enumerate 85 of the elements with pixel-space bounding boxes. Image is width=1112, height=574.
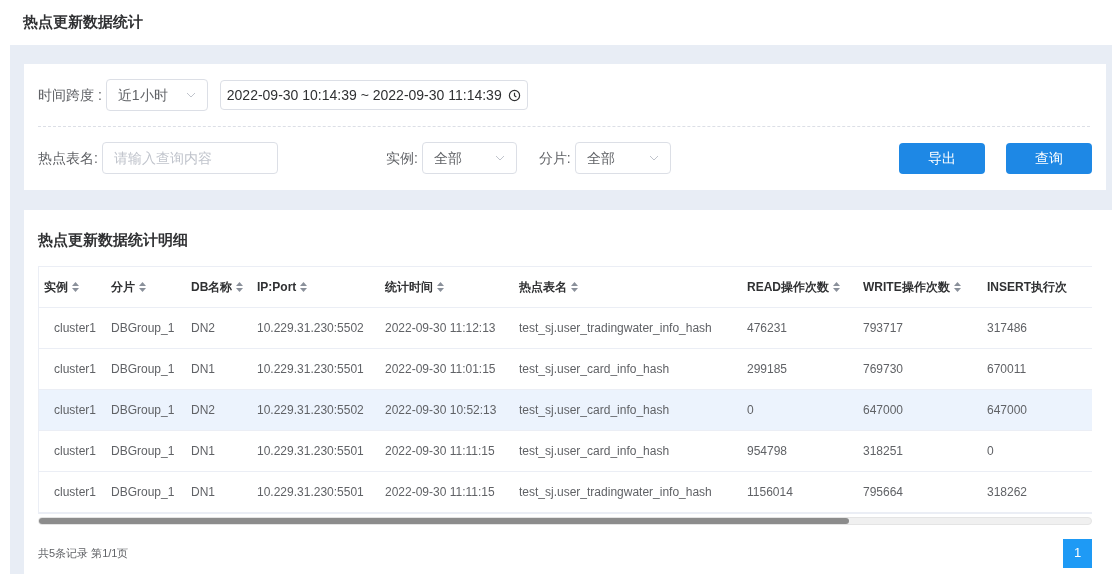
column-header[interactable]: 统计时间 bbox=[385, 277, 444, 296]
table-cell: cluster1 bbox=[54, 484, 97, 499]
sort-icon bbox=[953, 281, 961, 292]
column-header[interactable]: IP:Port bbox=[257, 277, 308, 296]
table-cell: DN1 bbox=[191, 443, 215, 458]
action-button[interactable]: 查询 bbox=[1006, 142, 1092, 174]
table-cell: DBGroup_1 bbox=[111, 443, 175, 458]
date-range-field[interactable]: 2022-09-30 10:14:39 ~ 2022-09-30 11:14:39 bbox=[219, 80, 528, 110]
chevron-down-icon bbox=[494, 155, 505, 161]
table-cell: 299185 bbox=[747, 361, 788, 376]
sort-icon bbox=[139, 281, 146, 292]
table-cell: DN2 bbox=[191, 402, 215, 417]
table-cell: 2022-09-30 11:11:15 bbox=[385, 443, 495, 458]
column-header[interactable]: 分片 bbox=[111, 277, 146, 296]
time-span-select[interactable]: 近1小时 bbox=[105, 79, 208, 111]
table-cell: DN1 bbox=[191, 484, 215, 499]
shard-label: 分片: bbox=[538, 148, 571, 168]
table-name-field[interactable]: 请输入查询内容 bbox=[101, 142, 278, 174]
table-row[interactable]: cluster1 DBGroup_1 DN1 10.229.31.230:5501 2022-09-30 11:01:15 test_sj.user_card_info_hash 299185 769730 670011 bbox=[39, 348, 1092, 389]
table-cell: 670011 bbox=[987, 361, 1027, 376]
shard-select[interactable]: 全部 bbox=[574, 142, 671, 174]
table-cell: DN2 bbox=[191, 320, 215, 335]
table-cell: 2022-09-30 11:11:15 bbox=[385, 484, 495, 499]
table-cell: test_sj.user_card_info_hash bbox=[519, 402, 670, 417]
column-header[interactable]: 实例 bbox=[44, 277, 79, 296]
column-header[interactable]: WRITE操作次数 bbox=[863, 277, 961, 296]
table-row[interactable]: cluster1 DBGroup_1 DN2 10.229.31.230:5502 2022-09-30 11:12:13 test_sj.user_tradingwater_info_hash 476231 793717 317486 bbox=[39, 307, 1092, 348]
table-cell: 317486 bbox=[987, 320, 1028, 335]
table-cell: test_sj.user_tradingwater_info_hash bbox=[519, 484, 712, 499]
sort-icon bbox=[72, 281, 79, 292]
sort-icon bbox=[571, 281, 578, 292]
column-header[interactable]: 热点表名 bbox=[519, 277, 578, 296]
chevron-down-icon bbox=[648, 155, 659, 161]
table-cell: 0 bbox=[747, 402, 754, 417]
table-cell: test_sj.user_tradingwater_info_hash bbox=[519, 320, 712, 335]
column-header[interactable]: DB名称 bbox=[191, 277, 244, 296]
table-cell: 2022-09-30 11:01:15 bbox=[385, 361, 496, 376]
table-cell: 10.229.31.230:5501 bbox=[257, 361, 364, 376]
sort-icon bbox=[437, 281, 444, 292]
table-cell: 10.229.31.230:5501 bbox=[257, 443, 364, 458]
table-cell: 0 bbox=[987, 443, 994, 458]
table-cell: 793717 bbox=[863, 320, 904, 335]
column-header[interactable]: READ操作次数 bbox=[747, 277, 840, 296]
table-cell: DBGroup_1 bbox=[111, 361, 175, 376]
table-cell: cluster1 bbox=[54, 320, 97, 335]
table-cell: DN1 bbox=[191, 361, 215, 376]
table-cell: DBGroup_1 bbox=[111, 320, 175, 335]
table-cell: 318251 bbox=[863, 443, 904, 458]
section-title: 热点更新数据统计明细 bbox=[38, 229, 188, 250]
table-cell: 647000 bbox=[987, 402, 1028, 417]
table-cell: 769730 bbox=[863, 361, 904, 376]
instance-label: 实例: bbox=[385, 148, 418, 168]
table-cell: 795664 bbox=[863, 484, 904, 499]
time-span-label: 时间跨度 : bbox=[38, 85, 102, 105]
table-cell: 1156014 bbox=[747, 484, 793, 499]
table-cell: cluster1 bbox=[54, 402, 97, 417]
table-cell: 476231 bbox=[747, 320, 788, 335]
table-row[interactable]: cluster1 DBGroup_1 DN1 10.229.31.230:5501 2022-09-30 11:11:15 test_sj.user_card_info_hash 954798 318251 0 bbox=[39, 430, 1092, 471]
table-cell: 10.229.31.230:5501 bbox=[257, 484, 364, 499]
sort-icon bbox=[833, 281, 840, 292]
table-cell: 318262 bbox=[987, 484, 1028, 499]
table-cell: test_sj.user_card_info_hash bbox=[519, 361, 670, 376]
page-title: 热点更新数据统计 bbox=[23, 12, 143, 33]
table-cell: cluster1 bbox=[54, 443, 97, 458]
table-cell: 2022-09-30 10:52:13 bbox=[385, 402, 497, 417]
table-cell: DBGroup_1 bbox=[111, 484, 175, 499]
sort-icon bbox=[300, 281, 308, 292]
table-cell: 647000 bbox=[863, 402, 904, 417]
table-cell: 10.229.31.230:5502 bbox=[257, 402, 364, 417]
table-cell: 954798 bbox=[747, 443, 788, 458]
chevron-down-icon bbox=[185, 92, 196, 98]
table-cell: test_sj.user_card_info_hash bbox=[519, 443, 670, 458]
action-button[interactable]: 导出 bbox=[899, 142, 985, 174]
instance-select[interactable]: 全部 bbox=[421, 142, 517, 174]
table-cell: DBGroup_1 bbox=[111, 402, 175, 417]
record-summary: 共5条记录 第1/1页 bbox=[38, 545, 129, 561]
table-name-label: 热点表名: bbox=[38, 148, 98, 168]
table-cell: 10.229.31.230:5502 bbox=[257, 320, 364, 335]
table-cell: cluster1 bbox=[54, 361, 97, 376]
table-row[interactable]: cluster1 DBGroup_1 DN1 10.229.31.230:5501 2022-09-30 11:11:15 test_sj.user_tradingwater_info_hash 1156014 795664 318262 bbox=[39, 471, 1092, 512]
table-cell: 2022-09-30 11:12:13 bbox=[385, 320, 496, 335]
column-header[interactable]: INSERT执行次 bbox=[987, 277, 1067, 296]
horizontal-scrollbar[interactable] bbox=[38, 516, 1092, 525]
clock-icon bbox=[507, 88, 521, 102]
sort-icon bbox=[236, 281, 244, 292]
